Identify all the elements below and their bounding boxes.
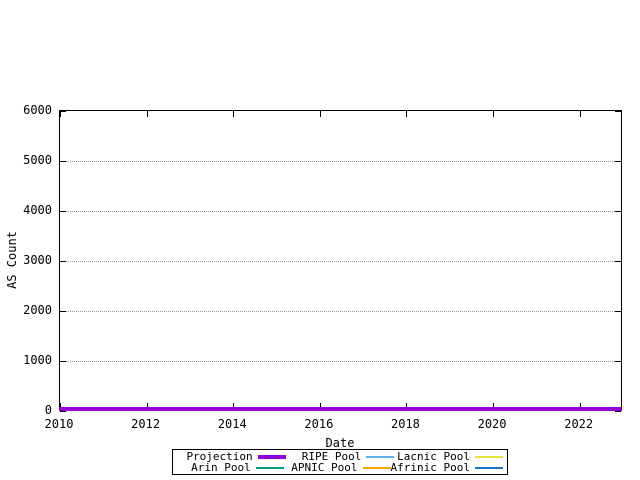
legend-item: APNIC Pool: [284, 462, 391, 473]
chart: AS Count Date ProjectionRIPE PoolLacnic …: [0, 0, 640, 480]
x-axis-label: Date: [326, 436, 355, 450]
legend-swatch: [366, 456, 394, 458]
grid-line: [60, 161, 621, 162]
y-tick-label: 2000: [0, 303, 52, 317]
x-tick-top: [233, 111, 234, 117]
x-tick-label: 2022: [554, 417, 604, 431]
y-tick-right: [615, 361, 621, 362]
legend-item: Afrinic Pool: [391, 462, 503, 473]
legend-swatch: [256, 467, 284, 469]
plot-area: [59, 110, 622, 410]
y-tick-left: [60, 161, 66, 162]
legend-swatch: [475, 456, 503, 458]
x-tick-top: [493, 111, 494, 117]
legend-swatch: [475, 467, 503, 469]
y-tick-right: [615, 311, 621, 312]
x-tick-label: 2012: [121, 417, 171, 431]
x-tick-label: 2016: [294, 417, 344, 431]
legend-item: Arin Pool: [177, 462, 284, 473]
x-tick-label: 2010: [34, 417, 84, 431]
x-tick-top: [320, 111, 321, 117]
grid-line: [60, 361, 621, 362]
y-tick-left: [60, 311, 66, 312]
y-tick-right: [615, 211, 621, 212]
x-tick-top: [60, 111, 61, 117]
legend-label: Arin Pool: [191, 462, 251, 473]
x-tick-label: 2014: [207, 417, 257, 431]
y-tick-label: 0: [0, 403, 52, 417]
y-tick-right: [615, 111, 621, 112]
y-tick-left: [60, 211, 66, 212]
legend-swatch: [258, 455, 286, 459]
y-tick-label: 1000: [0, 353, 52, 367]
y-tick-label: 3000: [0, 253, 52, 267]
y-tick-label: 6000: [0, 103, 52, 117]
legend-label: APNIC Pool: [291, 462, 357, 473]
y-tick-right: [615, 411, 621, 412]
y-tick-left: [60, 411, 66, 412]
series-line-projection: [59, 407, 622, 411]
y-tick-left: [60, 361, 66, 362]
legend-label: Afrinic Pool: [391, 462, 470, 473]
x-tick-top: [580, 111, 581, 117]
legend-row: Arin Pool APNIC Pool Afrinic Pool: [177, 462, 503, 473]
y-tick-left: [60, 261, 66, 262]
grid-line: [60, 311, 621, 312]
y-tick-right: [615, 261, 621, 262]
legend-swatch: [363, 467, 391, 469]
grid-line: [60, 211, 621, 212]
y-tick-label: 4000: [0, 203, 52, 217]
x-tick-label: 2018: [380, 417, 430, 431]
y-tick-label: 5000: [0, 153, 52, 167]
grid-line: [60, 261, 621, 262]
x-tick-label: 2020: [467, 417, 517, 431]
y-tick-right: [615, 161, 621, 162]
x-tick-top: [147, 111, 148, 117]
x-tick-top: [406, 111, 407, 117]
legend-box: ProjectionRIPE PoolLacnic PoolArin PoolA…: [172, 449, 508, 475]
